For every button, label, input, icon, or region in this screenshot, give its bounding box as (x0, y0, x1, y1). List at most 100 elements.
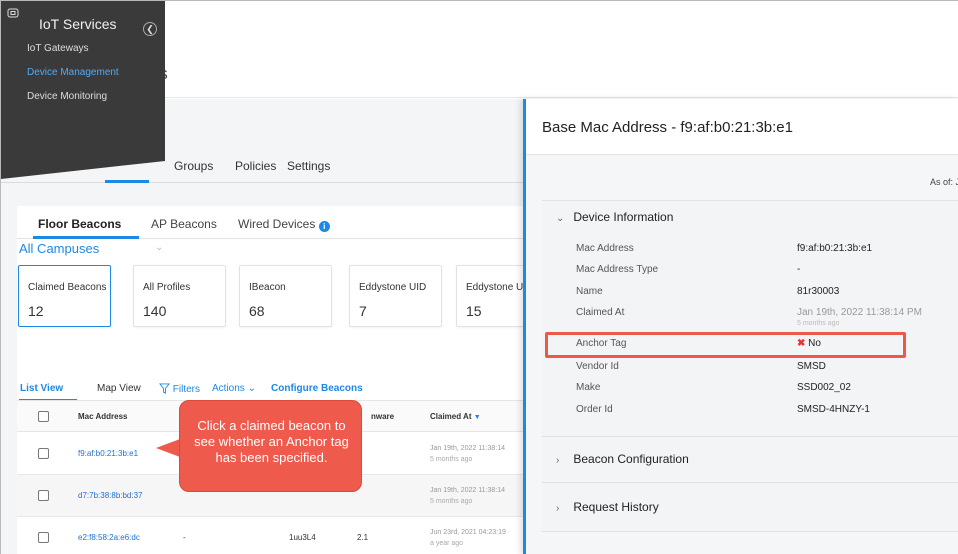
tab-wired-devices[interactable]: Wired Devices i (238, 217, 330, 232)
instruction-callout: Click a claimed beacon to see whether an… (179, 400, 362, 492)
field-label: Mac Address Type (576, 264, 659, 275)
filters-label: Filters (172, 384, 201, 395)
device-information-section: ⌄ Device Information Mac Address f9:af:b… (542, 200, 958, 436)
chevron-right-icon: › (556, 455, 560, 466)
tab-ap-beacons[interactable]: AP Beacons (151, 217, 217, 231)
configure-beacons-button[interactable]: Configure Beacons (271, 383, 363, 394)
stat-label: Eddystone UI (466, 282, 527, 293)
stat-value: 7 (359, 303, 367, 319)
active-subtab-indicator (33, 236, 139, 239)
column-firmware[interactable]: nware (371, 412, 394, 421)
as-of-label: As of: Ju (930, 177, 958, 187)
chevron-down-icon[interactable]: ⌄ (155, 242, 163, 253)
device-information-header[interactable]: ⌄ Device Information (556, 210, 673, 224)
request-history-header[interactable]: › Request History (556, 500, 659, 514)
beacon-tabs: Floor Beacons AP Beacons Wired Devices i (17, 206, 526, 239)
cell-firmware: 2.1 (357, 533, 369, 542)
table-toolbar: List View Map View Filters Actions ⌄ Con… (17, 378, 526, 401)
stat-value: 68 (249, 303, 265, 319)
column-mac-address[interactable]: Mac Address (78, 412, 128, 421)
actions-label: Actions (212, 383, 245, 394)
stat-card-eddystone-uid[interactable]: Eddystone UID 7 (349, 265, 442, 327)
sidebar-title: IoT Services (39, 16, 117, 32)
info-icon: i (318, 221, 330, 232)
cell-value: 1uu3L4 (289, 533, 316, 542)
tab-groups[interactable]: Groups (174, 159, 213, 173)
column-claimed-at-label: Claimed At (430, 412, 472, 421)
cell-claimed-ago: a year ago (430, 540, 464, 547)
stat-card-ibeacon[interactable]: IBeacon 68 (239, 265, 332, 327)
field-value: SMSD-4HNZY-1 (797, 404, 870, 415)
field-label: Name (576, 286, 603, 297)
mac-address-link[interactable]: d7:7b:38:8b:bd:37 (78, 491, 143, 500)
field-value: f9:af:b0:21:3b:e1 (797, 243, 873, 254)
sidebar-item-device-monitoring[interactable]: Device Monitoring (27, 91, 107, 102)
field-label: Mac Address (576, 243, 634, 254)
beacons-card: Floor Beacons AP Beacons Wired Devices i… (17, 206, 528, 554)
chevron-right-icon: › (556, 503, 560, 514)
actions-menu[interactable]: Actions ⌄ (212, 383, 256, 394)
row-checkbox[interactable] (38, 532, 49, 543)
list-view-tab[interactable]: List View (20, 383, 63, 394)
field-value: SMSD (797, 361, 826, 372)
tab-policies[interactable]: Policies (235, 159, 276, 173)
tab-settings[interactable]: Settings (287, 159, 330, 173)
cell-claimed-at: Jun 23rd, 2021 04:23:19 (430, 529, 506, 536)
field-subvalue: 5 months ago (797, 320, 840, 327)
anchor-tag-highlight (545, 332, 906, 358)
sidebar-item-iot-gateways[interactable]: IoT Gateways (27, 43, 89, 54)
section-title: Device Information (573, 210, 674, 224)
row-checkbox[interactable] (38, 448, 49, 459)
callout-pointer (156, 439, 180, 457)
sort-desc-icon: ▼ (473, 414, 481, 421)
stat-value: 12 (28, 303, 44, 319)
tab-wired-devices-label: Wired Devices (238, 217, 316, 231)
field-label: Order Id (576, 404, 613, 415)
section-title: Beacon Configuration (573, 452, 689, 466)
cell-value: - (183, 533, 186, 542)
drawer-title: Base Mac Address - f9:af:b0:21:3b:e1 (542, 119, 793, 136)
stat-label: IBeacon (249, 282, 286, 293)
field-label: Make (576, 382, 601, 393)
stat-card-claimed-beacons[interactable]: Claimed Beacons 12 (18, 265, 111, 327)
beacon-configuration-header[interactable]: › Beacon Configuration (556, 452, 689, 466)
iot-services-sidebar: IoT Services ❮ IoT Gateways Device Manag… (1, 1, 165, 179)
callout-text: Click a claimed beacon to see whether an… (194, 418, 349, 465)
collapse-sidebar-icon[interactable]: ❮ (143, 22, 157, 36)
stat-card-all-profiles[interactable]: All Profiles 140 (133, 265, 226, 327)
field-value: 81r30003 (797, 286, 840, 297)
sidebar-item-device-management[interactable]: Device Management (27, 67, 119, 78)
mac-address-link[interactable]: f9:af:b0:21:3b:e1 (78, 449, 138, 458)
map-view-tab[interactable]: Map View (97, 383, 141, 394)
table-row[interactable]: e2:f8:58:2a:e6:dc - 1uu3L4 2.1 Jun 23rd,… (17, 517, 526, 554)
select-all-checkbox[interactable] (38, 411, 49, 422)
stat-label: Eddystone UID (359, 282, 427, 293)
field-label: Vendor Id (576, 361, 619, 372)
filter-icon (158, 383, 171, 394)
filters-button[interactable]: Filters (158, 383, 201, 395)
row-checkbox[interactable] (38, 490, 49, 501)
stat-card-eddystone-url[interactable]: Eddystone UI 15 (456, 265, 528, 327)
mac-address-link[interactable]: e2:f8:58:2a:e6:dc (78, 533, 140, 542)
field-value: SSD002_02 (797, 382, 851, 393)
beacon-configuration-section: › Beacon Configuration (542, 436, 958, 482)
cell-claimed-ago: 5 months ago (430, 498, 473, 505)
iot-chip-icon (7, 8, 19, 18)
field-label: Claimed At (576, 307, 625, 318)
beacon-detail-drawer: Base Mac Address - f9:af:b0:21:3b:e1 As … (523, 99, 958, 554)
chevron-down-icon: ⌄ (556, 213, 565, 224)
request-history-section: › Request History (542, 482, 958, 532)
column-claimed-at[interactable]: Claimed At ▼ (430, 412, 481, 421)
tab-floor-beacons[interactable]: Floor Beacons (38, 217, 121, 231)
field-value: Jan 19th, 2022 11:38:14 PM (797, 307, 922, 318)
campus-select[interactable]: All Campuses (19, 241, 99, 256)
section-title: Request History (573, 500, 659, 514)
cell-claimed-ago: 5 months ago (430, 456, 473, 463)
stat-label: All Profiles (143, 282, 191, 293)
chevron-down-icon: ⌄ (247, 383, 256, 394)
field-value: - (797, 264, 801, 275)
stat-value: 140 (143, 303, 167, 319)
stat-value: 15 (466, 303, 482, 319)
cell-claimed-at: Jan 19th, 2022 11:38:14 (430, 445, 505, 452)
cell-claimed-at: Jan 19th, 2022 11:38:14 (430, 487, 505, 494)
